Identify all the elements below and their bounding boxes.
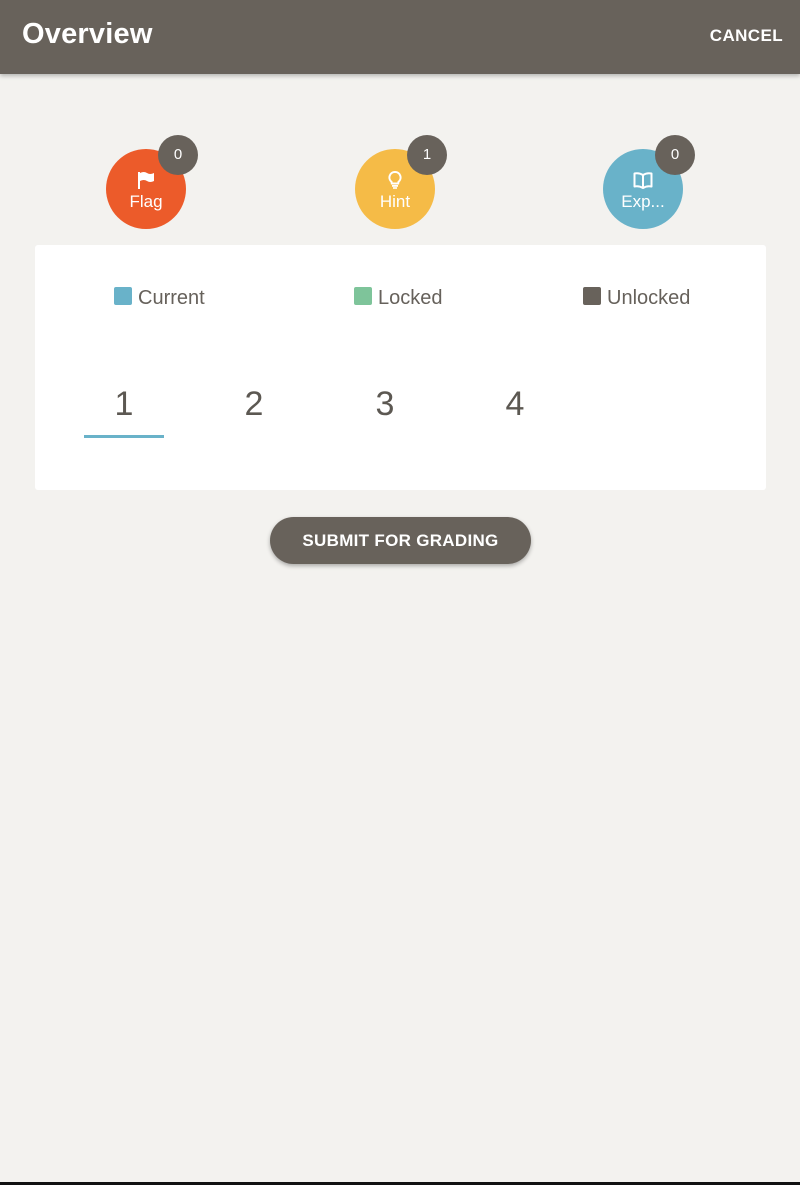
legend-current-swatch (114, 287, 132, 305)
lightbulb-icon (388, 171, 402, 189)
page-tab-4[interactable]: 4 (475, 385, 555, 435)
legend-current: Current (114, 287, 205, 310)
page-tab-1[interactable]: 1 (84, 385, 164, 438)
flag-stat-button[interactable]: Flag 0 (106, 135, 198, 229)
page-tab-2[interactable]: 2 (214, 385, 294, 435)
explanation-label: Exp... (621, 192, 665, 211)
legend-locked-label: Locked (378, 287, 443, 309)
page-tab-1-number: 1 (114, 385, 134, 423)
hint-label: Hint (379, 192, 411, 211)
page-tab-2-number: 2 (244, 385, 264, 423)
book-icon (633, 172, 653, 189)
question-overview-card: Current Locked Unlocked 1 2 3 4 (35, 245, 766, 490)
legend-current-label: Current (138, 287, 205, 309)
flag-count-badge: 0 (158, 135, 198, 175)
flag-icon (138, 172, 154, 189)
page-title: Overview (22, 18, 153, 50)
legend-locked-swatch (354, 287, 372, 305)
legend-unlocked-swatch (583, 287, 601, 305)
explanation-count-badge: 0 (655, 135, 695, 175)
current-page-indicator (84, 435, 164, 438)
app-bar: Overview CANCEL (0, 0, 800, 74)
hint-count-badge: 1 (407, 135, 447, 175)
explanation-stat-button[interactable]: Exp... 0 (603, 135, 695, 229)
legend-unlocked: Unlocked (583, 287, 690, 310)
page-tab-4-number: 4 (505, 385, 525, 423)
legend-locked: Locked (354, 287, 443, 310)
page-tab-3-number: 3 (375, 385, 395, 423)
cancel-button[interactable]: CANCEL (710, 26, 783, 46)
submit-for-grading-button[interactable]: SUBMIT FOR GRADING (270, 517, 531, 564)
page-tab-3[interactable]: 3 (345, 385, 425, 435)
flag-label: Flag (129, 192, 163, 211)
hint-stat-button[interactable]: Hint 1 (355, 135, 447, 229)
legend-unlocked-label: Unlocked (607, 287, 691, 309)
